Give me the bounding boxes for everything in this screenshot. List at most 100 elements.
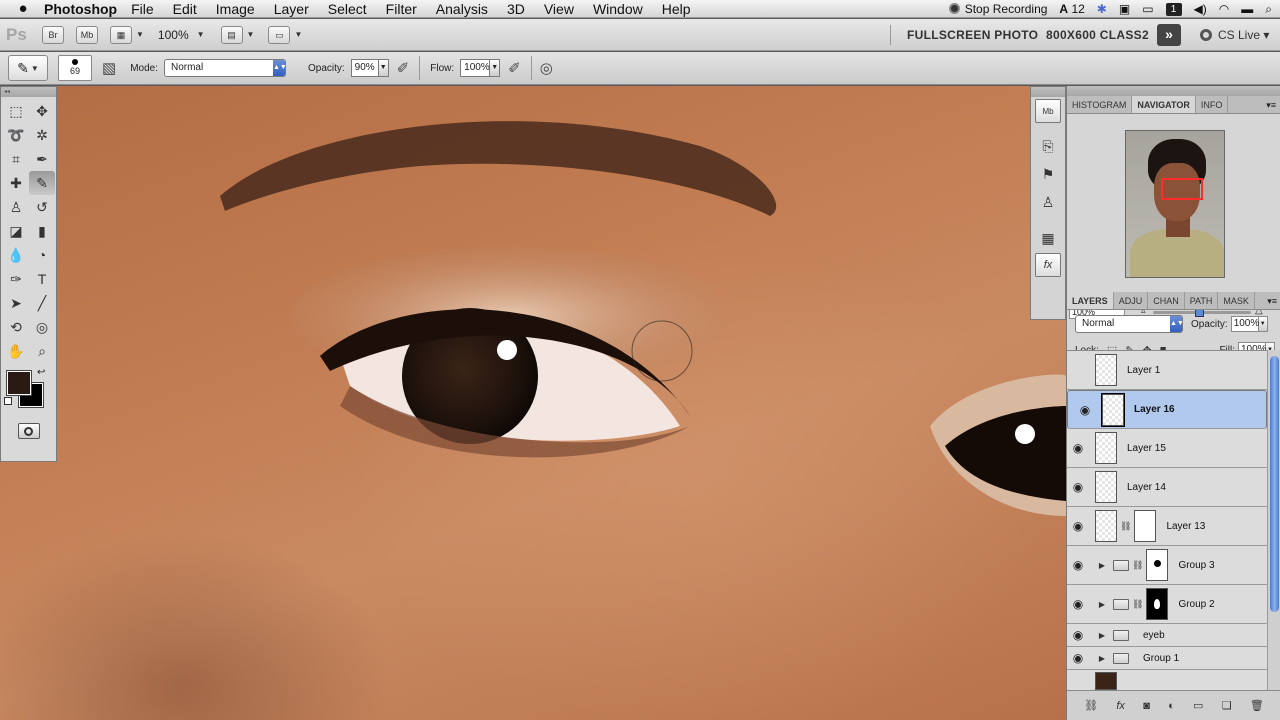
app-menu[interactable]: Photoshop bbox=[44, 1, 117, 17]
opacity-dropdown-icon[interactable]: ▼ bbox=[378, 59, 389, 77]
eye-icon[interactable]: ◉ bbox=[1067, 519, 1089, 533]
marquee-tool-icon[interactable]: ⬚ bbox=[3, 99, 29, 123]
eye-icon[interactable]: ◉ bbox=[1067, 597, 1089, 611]
zoom-tool-icon[interactable]: ⌕ bbox=[29, 339, 55, 363]
menu-3d[interactable]: 3D bbox=[507, 1, 525, 17]
path-selection-tool-icon[interactable]: ➤ bbox=[3, 291, 29, 315]
sync-icon[interactable]: ✱ bbox=[1097, 2, 1107, 16]
eyedropper-tool-icon[interactable]: ✒ bbox=[29, 147, 55, 171]
menu-analysis[interactable]: Analysis bbox=[436, 1, 488, 17]
menu-view[interactable]: View bbox=[544, 1, 574, 17]
layers-scrollbar-thumb[interactable] bbox=[1270, 356, 1279, 612]
wifi-icon[interactable]: ◠ bbox=[1219, 2, 1229, 16]
space-indicator[interactable]: 1 bbox=[1165, 2, 1182, 16]
layer-row-eyeb[interactable]: ◉ ▶ eyeb bbox=[1067, 624, 1267, 647]
pen-tool-icon[interactable]: ✑ bbox=[3, 267, 29, 291]
layer-opacity-input[interactable]: 100% bbox=[1230, 316, 1259, 332]
tab-info[interactable]: INFO bbox=[1196, 96, 1229, 113]
volume-icon[interactable]: ◀) bbox=[1194, 2, 1207, 16]
menu-image[interactable]: Image bbox=[216, 1, 255, 17]
clone-source-panel-icon[interactable]: ♙ bbox=[1035, 189, 1061, 215]
arrange-documents-button[interactable]: ▤ bbox=[220, 25, 243, 44]
lasso-tool-icon[interactable]: ➰ bbox=[3, 123, 29, 147]
eye-icon[interactable]: ◉ bbox=[1067, 480, 1089, 494]
default-colors-icon[interactable] bbox=[4, 397, 12, 405]
tab-histogram[interactable]: HISTOGRAM bbox=[1067, 96, 1133, 113]
tab-paths[interactable]: PATH bbox=[1185, 292, 1219, 309]
foreground-color-swatch[interactable] bbox=[6, 370, 32, 396]
zoom-dropdown-icon[interactable]: ▼ bbox=[197, 30, 205, 39]
swap-colors-icon[interactable]: ↩ bbox=[37, 367, 45, 378]
healing-brush-tool-icon[interactable]: ✚ bbox=[3, 171, 29, 195]
eye-icon[interactable]: ◉ bbox=[1067, 558, 1089, 572]
blur-tool-icon[interactable]: 💧 bbox=[3, 243, 29, 267]
eye-icon[interactable]: ◉ bbox=[1067, 651, 1089, 665]
gradient-tool-icon[interactable]: ▮ bbox=[29, 219, 55, 243]
hand-tool-icon[interactable]: ✋ bbox=[3, 339, 29, 363]
expand-triangle-icon[interactable]: ▶ bbox=[1095, 654, 1109, 663]
apple-menu-icon[interactable]: ● bbox=[8, 0, 38, 17]
tab-masks[interactable]: MASK bbox=[1218, 292, 1255, 309]
quick-selection-tool-icon[interactable]: ✲ bbox=[29, 123, 55, 147]
delete-layer-icon[interactable]: 🗑 bbox=[1250, 699, 1264, 712]
zoom-level[interactable]: 100% bbox=[158, 28, 189, 42]
expand-triangle-icon[interactable]: ▶ bbox=[1095, 600, 1109, 609]
flow-input[interactable]: 100% bbox=[460, 59, 491, 77]
panel-menu-icon[interactable]: ▾≡ bbox=[1266, 96, 1276, 114]
tool-preset-picker[interactable]: ✎ ▼ bbox=[8, 55, 48, 81]
menu-layer[interactable]: Layer bbox=[274, 1, 309, 17]
layer-row-layer-15[interactable]: ◉ Layer 15 bbox=[1067, 429, 1267, 468]
move-tool-icon[interactable]: ✥ bbox=[29, 99, 55, 123]
flow-dropdown-icon[interactable]: ▼ bbox=[490, 59, 501, 77]
layer-row-layer-14[interactable]: ◉ Layer 14 bbox=[1067, 468, 1267, 507]
tab-navigator[interactable]: NAVIGATOR bbox=[1132, 96, 1196, 113]
tab-channels[interactable]: CHAN bbox=[1148, 292, 1185, 309]
view-extras-dropdown-icon[interactable]: ▼ bbox=[136, 30, 144, 39]
navigator-panel-grip[interactable] bbox=[1067, 86, 1280, 96]
layer-mask-thumbnail[interactable] bbox=[1134, 510, 1157, 542]
navigator-view-box[interactable] bbox=[1161, 178, 1203, 200]
mode-select[interactable]: Normal ▲▼ bbox=[163, 59, 287, 77]
new-group-icon[interactable]: ▭ bbox=[1193, 699, 1203, 712]
workspace-fullscreen-photo[interactable]: FULLSCREEN PHOTO bbox=[907, 19, 1038, 51]
view-extras-button[interactable]: ▦ bbox=[110, 25, 132, 44]
layer-row-group-2[interactable]: ◉ ▶ ⛓ Group 2 bbox=[1067, 585, 1267, 624]
bridge-button[interactable]: Br bbox=[42, 25, 64, 44]
workspace-800x600-class2[interactable]: 800X600 CLASS2 bbox=[1046, 19, 1149, 51]
mini-bridge-button[interactable]: Mb bbox=[76, 25, 98, 44]
eye-icon[interactable]: ◉ bbox=[1074, 402, 1096, 418]
group-mask-thumbnail[interactable] bbox=[1146, 549, 1169, 581]
crop-tool-icon[interactable]: ⌗ bbox=[3, 147, 29, 171]
layer-row-layer-13[interactable]: ◉ ⛓ Layer 13 bbox=[1067, 507, 1267, 546]
camera-icon[interactable]: ▣ bbox=[1119, 2, 1130, 16]
layers-scrollbar[interactable] bbox=[1267, 350, 1280, 690]
new-layer-icon[interactable]: ❏ bbox=[1222, 699, 1232, 712]
navigator-thumbnail[interactable] bbox=[1125, 130, 1225, 278]
airbrush-icon[interactable]: ✐ bbox=[508, 59, 521, 77]
menu-edit[interactable]: Edit bbox=[173, 1, 197, 17]
layer-row-group-1[interactable]: ◉ ▶ Group 1 bbox=[1067, 647, 1267, 670]
layer-blend-mode-select[interactable]: Normal ▲▼ bbox=[1075, 315, 1184, 333]
history-panel-icon[interactable]: ⎘ bbox=[1035, 133, 1061, 159]
opacity-input[interactable]: 90% bbox=[350, 59, 379, 77]
menu-select[interactable]: Select bbox=[328, 1, 367, 17]
dock-grip[interactable] bbox=[1031, 87, 1065, 97]
layer-row-layer-1[interactable]: ◉ Layer 1 bbox=[1067, 351, 1267, 390]
swatches-panel-icon[interactable]: ▦ bbox=[1035, 225, 1061, 251]
layer-style-icon[interactable]: fx bbox=[1116, 700, 1125, 712]
menu-file[interactable]: File bbox=[131, 1, 154, 17]
menu-help[interactable]: Help bbox=[662, 1, 691, 17]
type-tool-icon[interactable]: T bbox=[29, 267, 55, 291]
stop-recording-item[interactable]: Stop Recording bbox=[948, 2, 1047, 16]
layer-opacity-dropdown-icon[interactable]: ▼ bbox=[1258, 316, 1268, 332]
link-layers-icon[interactable]: ⛓ bbox=[1084, 699, 1098, 712]
brush-preset-picker[interactable]: 69 bbox=[58, 55, 92, 81]
screen-mode-dropdown-icon[interactable]: ▼ bbox=[294, 30, 302, 39]
eraser-tool-icon[interactable]: ◪ bbox=[3, 219, 29, 243]
layer-row-background[interactable] bbox=[1067, 670, 1267, 690]
group-mask-thumbnail[interactable] bbox=[1146, 588, 1169, 620]
eye-icon[interactable]: ◉ bbox=[1067, 628, 1089, 642]
link-icon[interactable]: ⛓ bbox=[1132, 599, 1143, 610]
more-workspaces-button[interactable]: » bbox=[1157, 24, 1181, 46]
mini-bridge-panel-icon[interactable]: Mb bbox=[1035, 99, 1061, 123]
